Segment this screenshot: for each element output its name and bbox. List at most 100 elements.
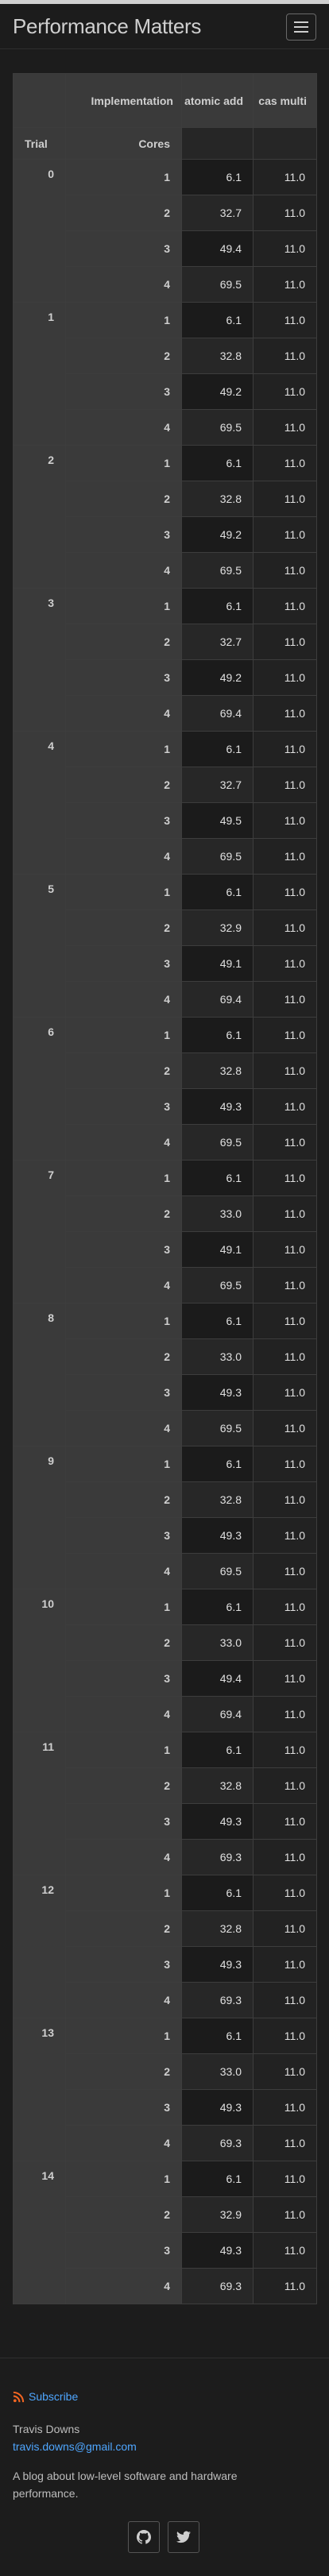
github-button[interactable] [128,2521,160,2553]
cores-cell: 2 [65,1195,182,1232]
cas-multi-cell: 11.0 [253,2196,317,2233]
cores-cell: 1 [65,1589,182,1625]
cores-cell: 1 [65,1875,182,1911]
cas-multi-cell: 11.0 [253,1338,317,1375]
trial-cell: 14 [13,2161,66,2304]
cas-multi-cell: 11.0 [253,1231,317,1268]
atomic-add-cell: 32.8 [181,338,254,374]
cores-cell: 3 [65,1231,182,1268]
cores-cell: 4 [65,266,182,303]
cas-multi-cell: 11.0 [253,481,317,517]
trial-cell: 2 [13,445,66,589]
trial-cell: 1 [13,302,66,446]
subscribe-label[interactable]: Subscribe [29,2390,78,2403]
cores-cell: 1 [65,445,182,481]
atomic-add-cell: 49.1 [181,1231,254,1268]
results-table: Implementation atomic add cas multi Tria… [13,73,317,2304]
cores-cell: 3 [65,659,182,696]
cas-multi-cell: 11.0 [253,409,317,446]
cas-multi-cell: 11.0 [253,2053,317,2090]
site-title[interactable]: Performance Matters [13,14,201,39]
cas-multi-cell: 11.0 [253,838,317,875]
atomic-add-cell: 32.7 [181,624,254,660]
cas-multi-cell: 11.0 [253,2161,317,2197]
atomic-add-cell: 49.3 [181,1803,254,1840]
cas-multi-cell: 11.0 [253,731,317,767]
atomic-add-cell: 69.5 [181,1267,254,1303]
table-row: 9 1 6.1 11.0 [13,1446,317,1589]
cores-cell: 3 [65,2232,182,2269]
twitter-button[interactable] [168,2521,199,2553]
cas-multi-cell: 11.0 [253,981,317,1018]
cas-multi-cell: 11.0 [253,1660,317,1697]
cas-multi-cell: 11.0 [253,1160,317,1196]
atomic-add-cell: 6.1 [181,874,254,910]
cores-cell: 4 [65,2268,182,2304]
cas-multi-cell: 11.0 [253,1195,317,1232]
cas-multi-cell: 11.0 [253,2018,317,2054]
trial-cell: 7 [13,1160,66,1303]
trial-cell: 13 [13,2018,66,2161]
author-email-link[interactable]: travis.downs@gmail.com [13,2440,137,2453]
cas-multi-cell: 11.0 [253,1982,317,2018]
cores-cell: 1 [65,302,182,338]
cas-multi-cell: 11.0 [253,1696,317,1732]
cas-multi-cell: 11.0 [253,266,317,303]
atomic-add-cell: 6.1 [181,588,254,624]
cores-cell: 2 [65,2196,182,2233]
header-atomic-add: atomic add [181,73,254,128]
cas-multi-cell: 11.0 [253,1017,317,1053]
cores-cell: 3 [65,945,182,982]
cores-cell: 4 [65,1982,182,2018]
atomic-add-cell: 49.1 [181,945,254,982]
cas-multi-cell: 11.0 [253,1946,317,1983]
cores-cell: 4 [65,695,182,732]
atomic-add-cell: 6.1 [181,2018,254,2054]
menu-toggle-button[interactable] [286,14,316,41]
atomic-add-cell: 49.2 [181,373,254,410]
cas-multi-cell: 11.0 [253,2232,317,2269]
cas-multi-cell: 11.0 [253,1910,317,1947]
cas-multi-cell: 11.0 [253,1732,317,1768]
table-row: 7 1 6.1 11.0 [13,1160,317,1303]
cas-multi-cell: 11.0 [253,230,317,267]
trial-cell: 6 [13,1017,66,1161]
cores-cell: 2 [65,1910,182,1947]
cas-multi-cell: 11.0 [253,516,317,553]
cores-cell: 2 [65,767,182,803]
atomic-add-cell: 69.4 [181,695,254,732]
table-row: 3 1 6.1 11.0 [13,588,317,732]
header-cas-multi: cas multi [253,73,317,128]
table-row: 10 1 6.1 11.0 [13,1589,317,1732]
cores-cell: 1 [65,2018,182,2054]
atomic-add-cell: 6.1 [181,1732,254,1768]
cores-cell: 2 [65,481,182,517]
cores-cell: 1 [65,1160,182,1196]
cores-cell: 4 [65,409,182,446]
cores-cell: 1 [65,1017,182,1053]
atomic-add-cell: 33.0 [181,2053,254,2090]
cas-multi-cell: 11.0 [253,1875,317,1911]
header-implementation: Implementation [65,73,182,128]
author-name: Travis Downs [13,2423,80,2435]
trial-cell: 8 [13,1303,66,1446]
atomic-add-cell: 49.2 [181,659,254,696]
cas-multi-cell: 11.0 [253,1374,317,1411]
cores-cell: 1 [65,588,182,624]
table-header-row: Implementation atomic add cas multi [13,73,317,128]
cores-cell: 1 [65,159,182,195]
atomic-add-cell: 32.8 [181,1910,254,1947]
cores-cell: 3 [65,1660,182,1697]
atomic-add-cell: 32.9 [181,910,254,946]
cas-multi-cell: 11.0 [253,195,317,231]
table-row: 6 1 6.1 11.0 [13,1017,317,1161]
cas-multi-cell: 11.0 [253,2125,317,2161]
atomic-add-cell: 49.4 [181,230,254,267]
atomic-add-cell: 69.3 [181,2125,254,2161]
cas-multi-cell: 11.0 [253,874,317,910]
cas-multi-cell: 11.0 [253,2268,317,2304]
hamburger-icon-line [294,31,308,33]
cores-cell: 4 [65,552,182,589]
table-subheader-row: Trial Cores [13,127,317,160]
subscribe-link[interactable]: Subscribe [13,2390,78,2403]
